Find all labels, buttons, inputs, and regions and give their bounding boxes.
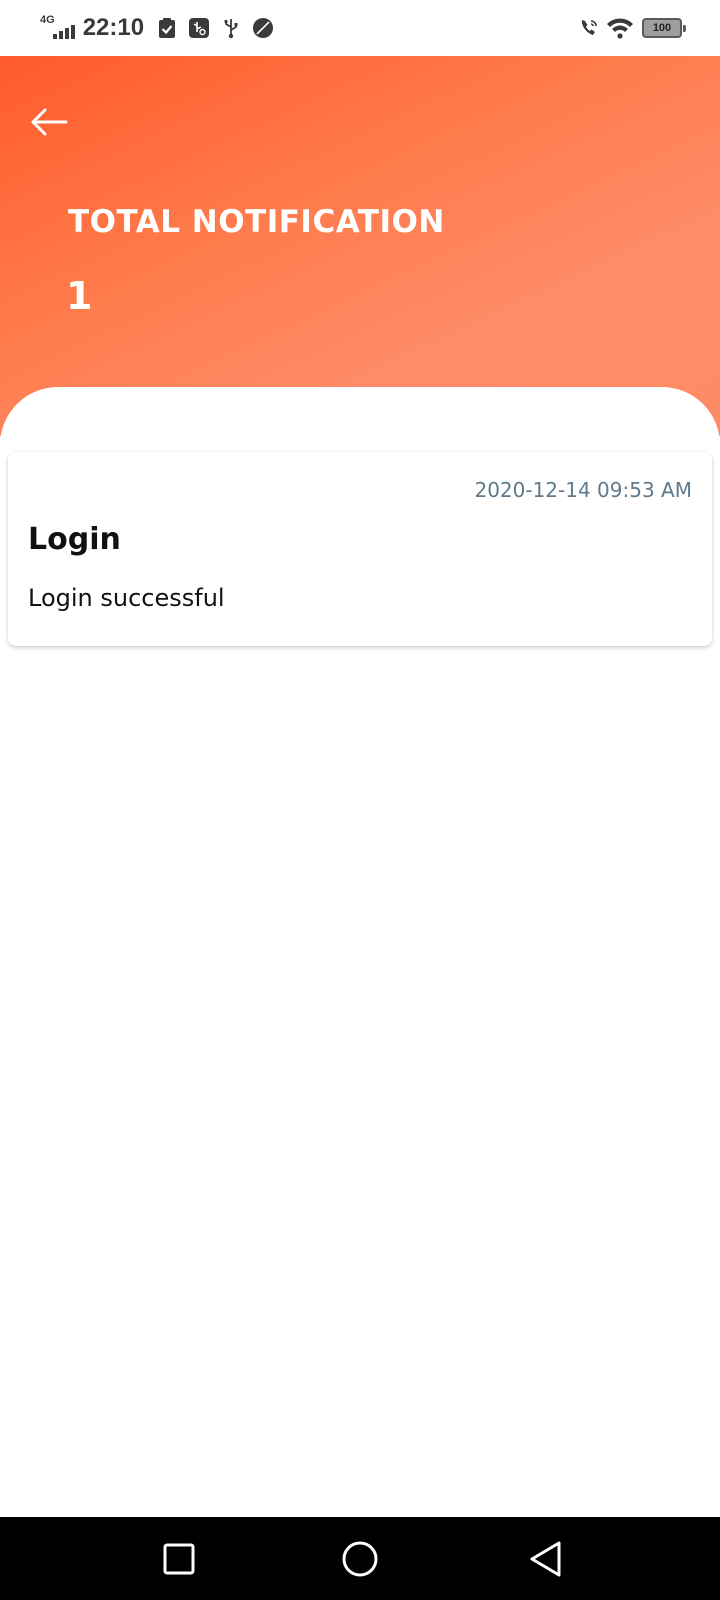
home-button[interactable]	[338, 1537, 382, 1581]
status-bar-left: 4G 22:10	[40, 12, 284, 44]
signal-icon	[52, 25, 77, 39]
recents-button[interactable]	[157, 1537, 201, 1581]
battery-level: 100	[652, 22, 672, 34]
home-icon	[342, 1541, 378, 1577]
usb-debug-icon	[188, 17, 210, 39]
status-bar-right: 100	[578, 14, 686, 42]
navigation-bar	[0, 1517, 720, 1600]
status-time: 22:10	[82, 14, 145, 41]
battery-icon: 100	[642, 18, 686, 38]
wifi-icon	[606, 17, 634, 39]
status-bar: 4G 22:10 100	[0, 0, 720, 56]
back-icon	[530, 1541, 561, 1577]
wifi-calling-icon	[578, 17, 600, 39]
notification-count: 1	[66, 274, 93, 318]
back-nav-button[interactable]	[524, 1537, 568, 1581]
notification-title: Login	[28, 522, 121, 557]
page-title: TOTAL NOTIFICATION	[68, 204, 445, 240]
usb-icon	[220, 17, 242, 39]
recents-icon	[163, 1543, 195, 1575]
clipboard-check-icon	[156, 17, 178, 39]
screen: 4G 22:10 100 TOTAL NOTIFICATION 1 2020-1…	[0, 0, 720, 1600]
arrow-left-icon	[31, 108, 68, 136]
notification-list: 2020-12-14 09:53 AM Login Login successf…	[0, 387, 720, 1517]
notification-message: Login successful	[28, 584, 225, 612]
leaf-icon	[252, 17, 274, 39]
header: TOTAL NOTIFICATION 1	[0, 56, 720, 436]
notification-date: 2020-12-14 09:53 AM	[474, 478, 692, 502]
notification-card[interactable]: 2020-12-14 09:53 AM Login Login successf…	[8, 452, 712, 646]
back-button[interactable]	[26, 102, 72, 142]
